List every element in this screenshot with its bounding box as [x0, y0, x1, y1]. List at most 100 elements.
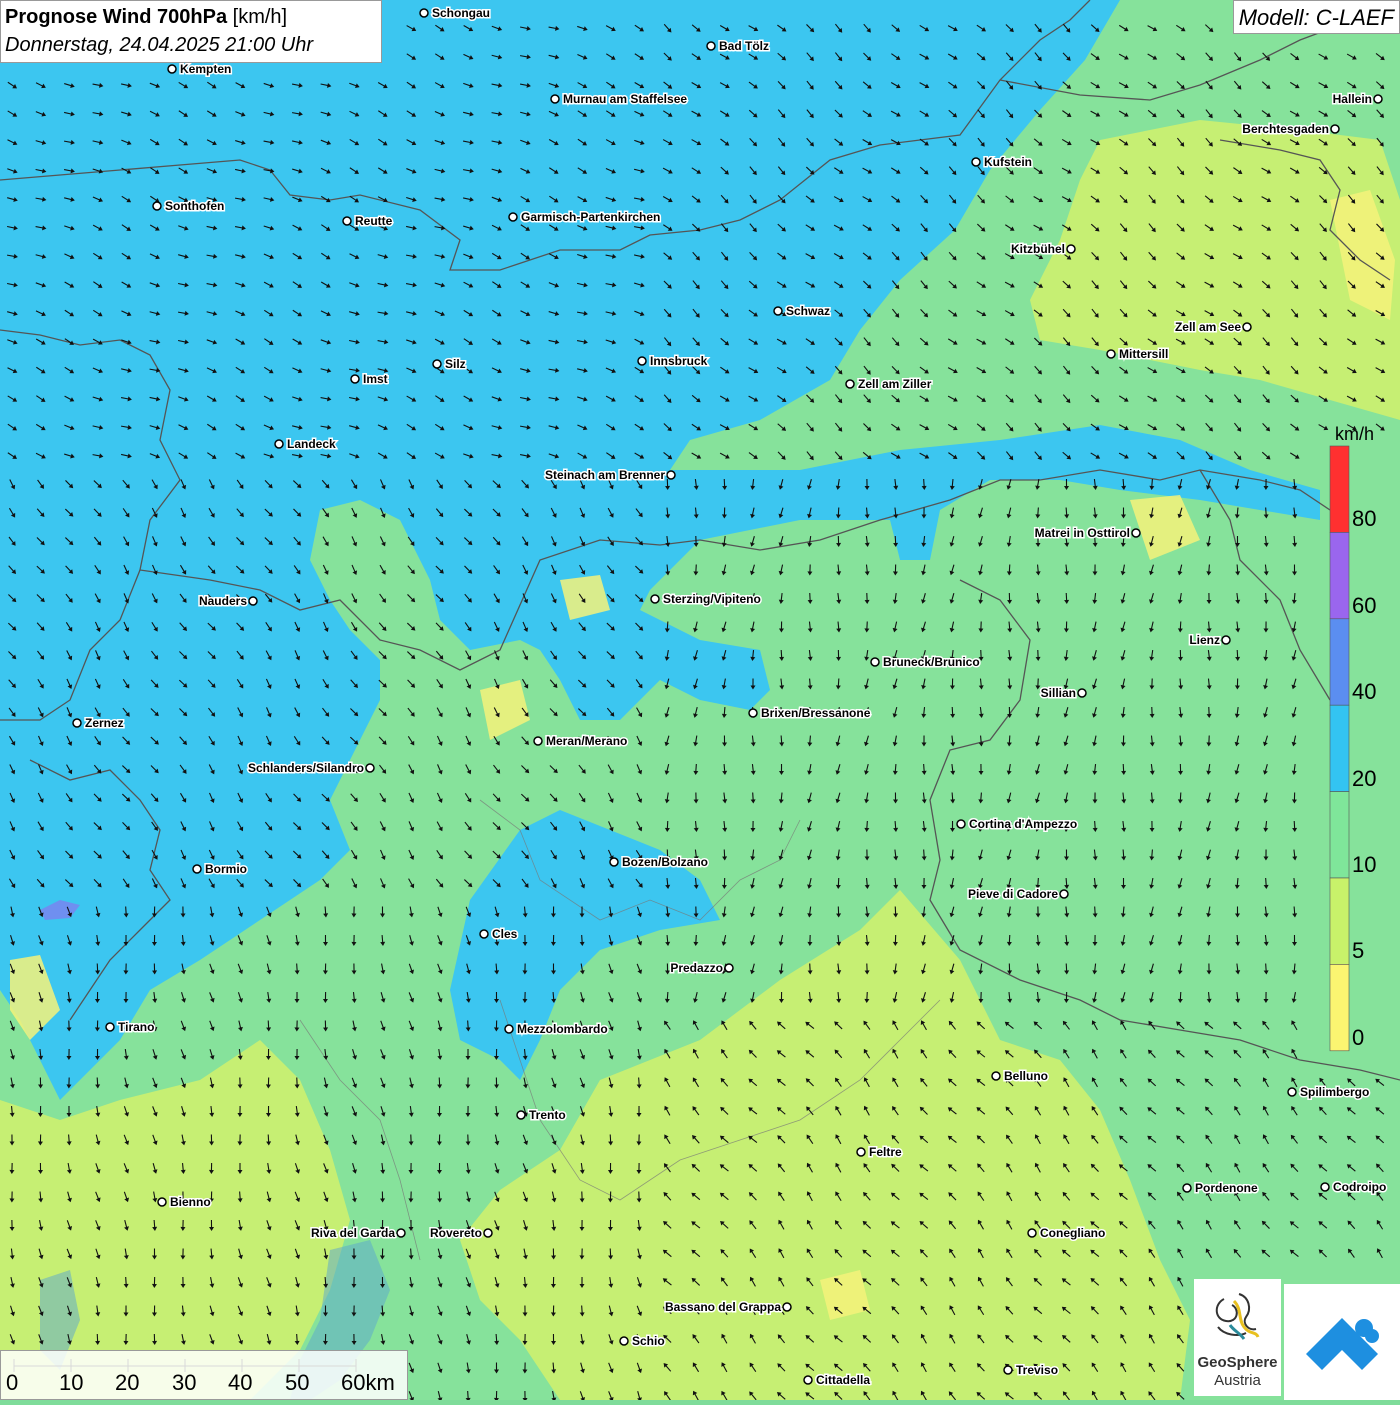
city-dot	[433, 360, 441, 368]
app-cloud-arrow-icon	[1284, 1284, 1400, 1400]
city-label: Sterzing/Vipiteno	[663, 592, 761, 606]
city-dot	[857, 1148, 865, 1156]
city-label: Landeck	[287, 437, 336, 451]
model-label: Modell: C-LAEF	[1233, 0, 1400, 34]
legend-swatch	[1330, 792, 1349, 878]
city-marker: Matrei in Osttirol	[1035, 526, 1140, 540]
map-title: Prognose Wind 700hPa [km/h]	[5, 3, 377, 31]
city-marker: Bassano del Grappa	[665, 1300, 791, 1314]
city-dot	[158, 1198, 166, 1206]
city-label: Predazzo	[670, 961, 723, 975]
city-dot	[749, 709, 757, 717]
city-label: Trento	[529, 1108, 566, 1122]
city-dot	[551, 95, 559, 103]
city-dot	[1183, 1184, 1191, 1192]
city-dot	[1243, 323, 1251, 331]
city-dot	[484, 1229, 492, 1237]
scale-label-20: 20	[115, 1370, 139, 1396]
legend-swatch	[1330, 964, 1349, 1050]
city-marker: Cortina d'Ampezzo	[957, 817, 1077, 831]
city-dot	[153, 202, 161, 210]
city-dot	[505, 1025, 513, 1033]
city-dot	[871, 658, 879, 666]
legend-tick-80: 80	[1352, 506, 1376, 532]
city-label: Lienz	[1189, 633, 1220, 647]
city-marker: Brixen/Bressanone	[749, 706, 871, 720]
city-dot	[1374, 95, 1382, 103]
city-label: Mezzolombardo	[517, 1022, 608, 1036]
city-label: Matrei in Osttirol	[1035, 526, 1130, 540]
logo-sub: Austria	[1194, 1372, 1281, 1389]
scale-label-0: 0	[6, 1370, 18, 1396]
city-label: Imst	[363, 372, 388, 386]
city-label: Hallein	[1333, 92, 1372, 106]
city-dot	[725, 964, 733, 972]
city-label: Kufstein	[984, 155, 1032, 169]
city-label: Schwaz	[786, 304, 830, 318]
city-dot	[707, 42, 715, 50]
city-label: Spilimbergo	[1300, 1085, 1369, 1099]
city-label: Schongau	[432, 6, 490, 20]
city-label: Brixen/Bressanone	[761, 706, 871, 720]
city-label: Zell am See	[1175, 320, 1241, 334]
city-marker: Berchtesgaden	[1242, 122, 1339, 136]
city-dot	[1028, 1229, 1036, 1237]
title-main: Prognose Wind 700hPa	[5, 6, 227, 28]
city-dot	[846, 380, 854, 388]
city-marker: Zell am See	[1175, 320, 1251, 334]
city-marker: Bruneck/Brunico	[871, 655, 980, 669]
legend-tick-0: 0	[1352, 1025, 1364, 1051]
city-label: Cortina d'Ampezzo	[969, 817, 1077, 831]
city-label: Kempten	[180, 62, 231, 76]
city-label: Sillian	[1041, 686, 1076, 700]
city-label: Steinach am Brenner	[545, 468, 665, 482]
city-label: Silz	[445, 357, 466, 371]
city-label: Feltre	[869, 1145, 902, 1159]
city-label: Bassano del Grappa	[665, 1300, 781, 1314]
city-marker: Meran/Merano	[534, 734, 627, 748]
city-dot	[106, 1023, 114, 1031]
city-dot	[1222, 636, 1230, 644]
city-marker: Spilimbergo	[1288, 1085, 1369, 1099]
city-dot	[783, 1303, 791, 1311]
city-dot	[168, 65, 176, 73]
city-label: Tirano	[118, 1020, 154, 1034]
city-dot	[517, 1111, 525, 1119]
city-label: Zernez	[85, 716, 124, 730]
city-dot	[1288, 1088, 1296, 1096]
city-label: Zell am Ziller	[858, 377, 932, 391]
city-dot	[509, 213, 517, 221]
city-label: Bormio	[205, 862, 247, 876]
city-label: Riva del Garda	[311, 1226, 395, 1240]
legend-tick-10: 10	[1352, 852, 1376, 878]
scale-label-10: 10	[59, 1370, 83, 1396]
city-label: Meran/Merano	[546, 734, 627, 748]
city-label: Reutte	[355, 214, 393, 228]
city-label: Nauders	[199, 594, 247, 608]
city-label: Schio	[632, 1334, 665, 1348]
city-dot	[804, 1376, 812, 1384]
city-dot	[774, 307, 782, 315]
legend-swatch	[1330, 619, 1349, 705]
city-dot	[275, 440, 283, 448]
legend-swatch	[1330, 705, 1349, 791]
city-label: Bad Tölz	[719, 39, 769, 53]
app-logo[interactable]	[1284, 1284, 1400, 1400]
logo-name: GeoSphere	[1194, 1354, 1281, 1371]
city-marker: Zell am Ziller	[846, 377, 932, 391]
city-dot	[193, 865, 201, 873]
city-label: Murnau am Staffelsee	[563, 92, 687, 106]
scale-label-60km: 60km	[341, 1370, 395, 1396]
legend-tick-40: 40	[1352, 679, 1376, 705]
city-dot	[638, 357, 646, 365]
city-dot	[667, 471, 675, 479]
title-box: Prognose Wind 700hPa [km/h] Donnerstag, …	[0, 0, 382, 63]
city-label: Pordenone	[1195, 1181, 1258, 1195]
city-dot	[1321, 1183, 1329, 1191]
city-label: Codroipo	[1333, 1180, 1386, 1194]
legend-swatch	[1330, 878, 1349, 964]
city-label: Belluno	[1004, 1069, 1048, 1083]
city-dot	[343, 217, 351, 225]
city-marker: Conegliano	[1028, 1226, 1105, 1240]
city-label: Bruneck/Brunico	[883, 655, 980, 669]
